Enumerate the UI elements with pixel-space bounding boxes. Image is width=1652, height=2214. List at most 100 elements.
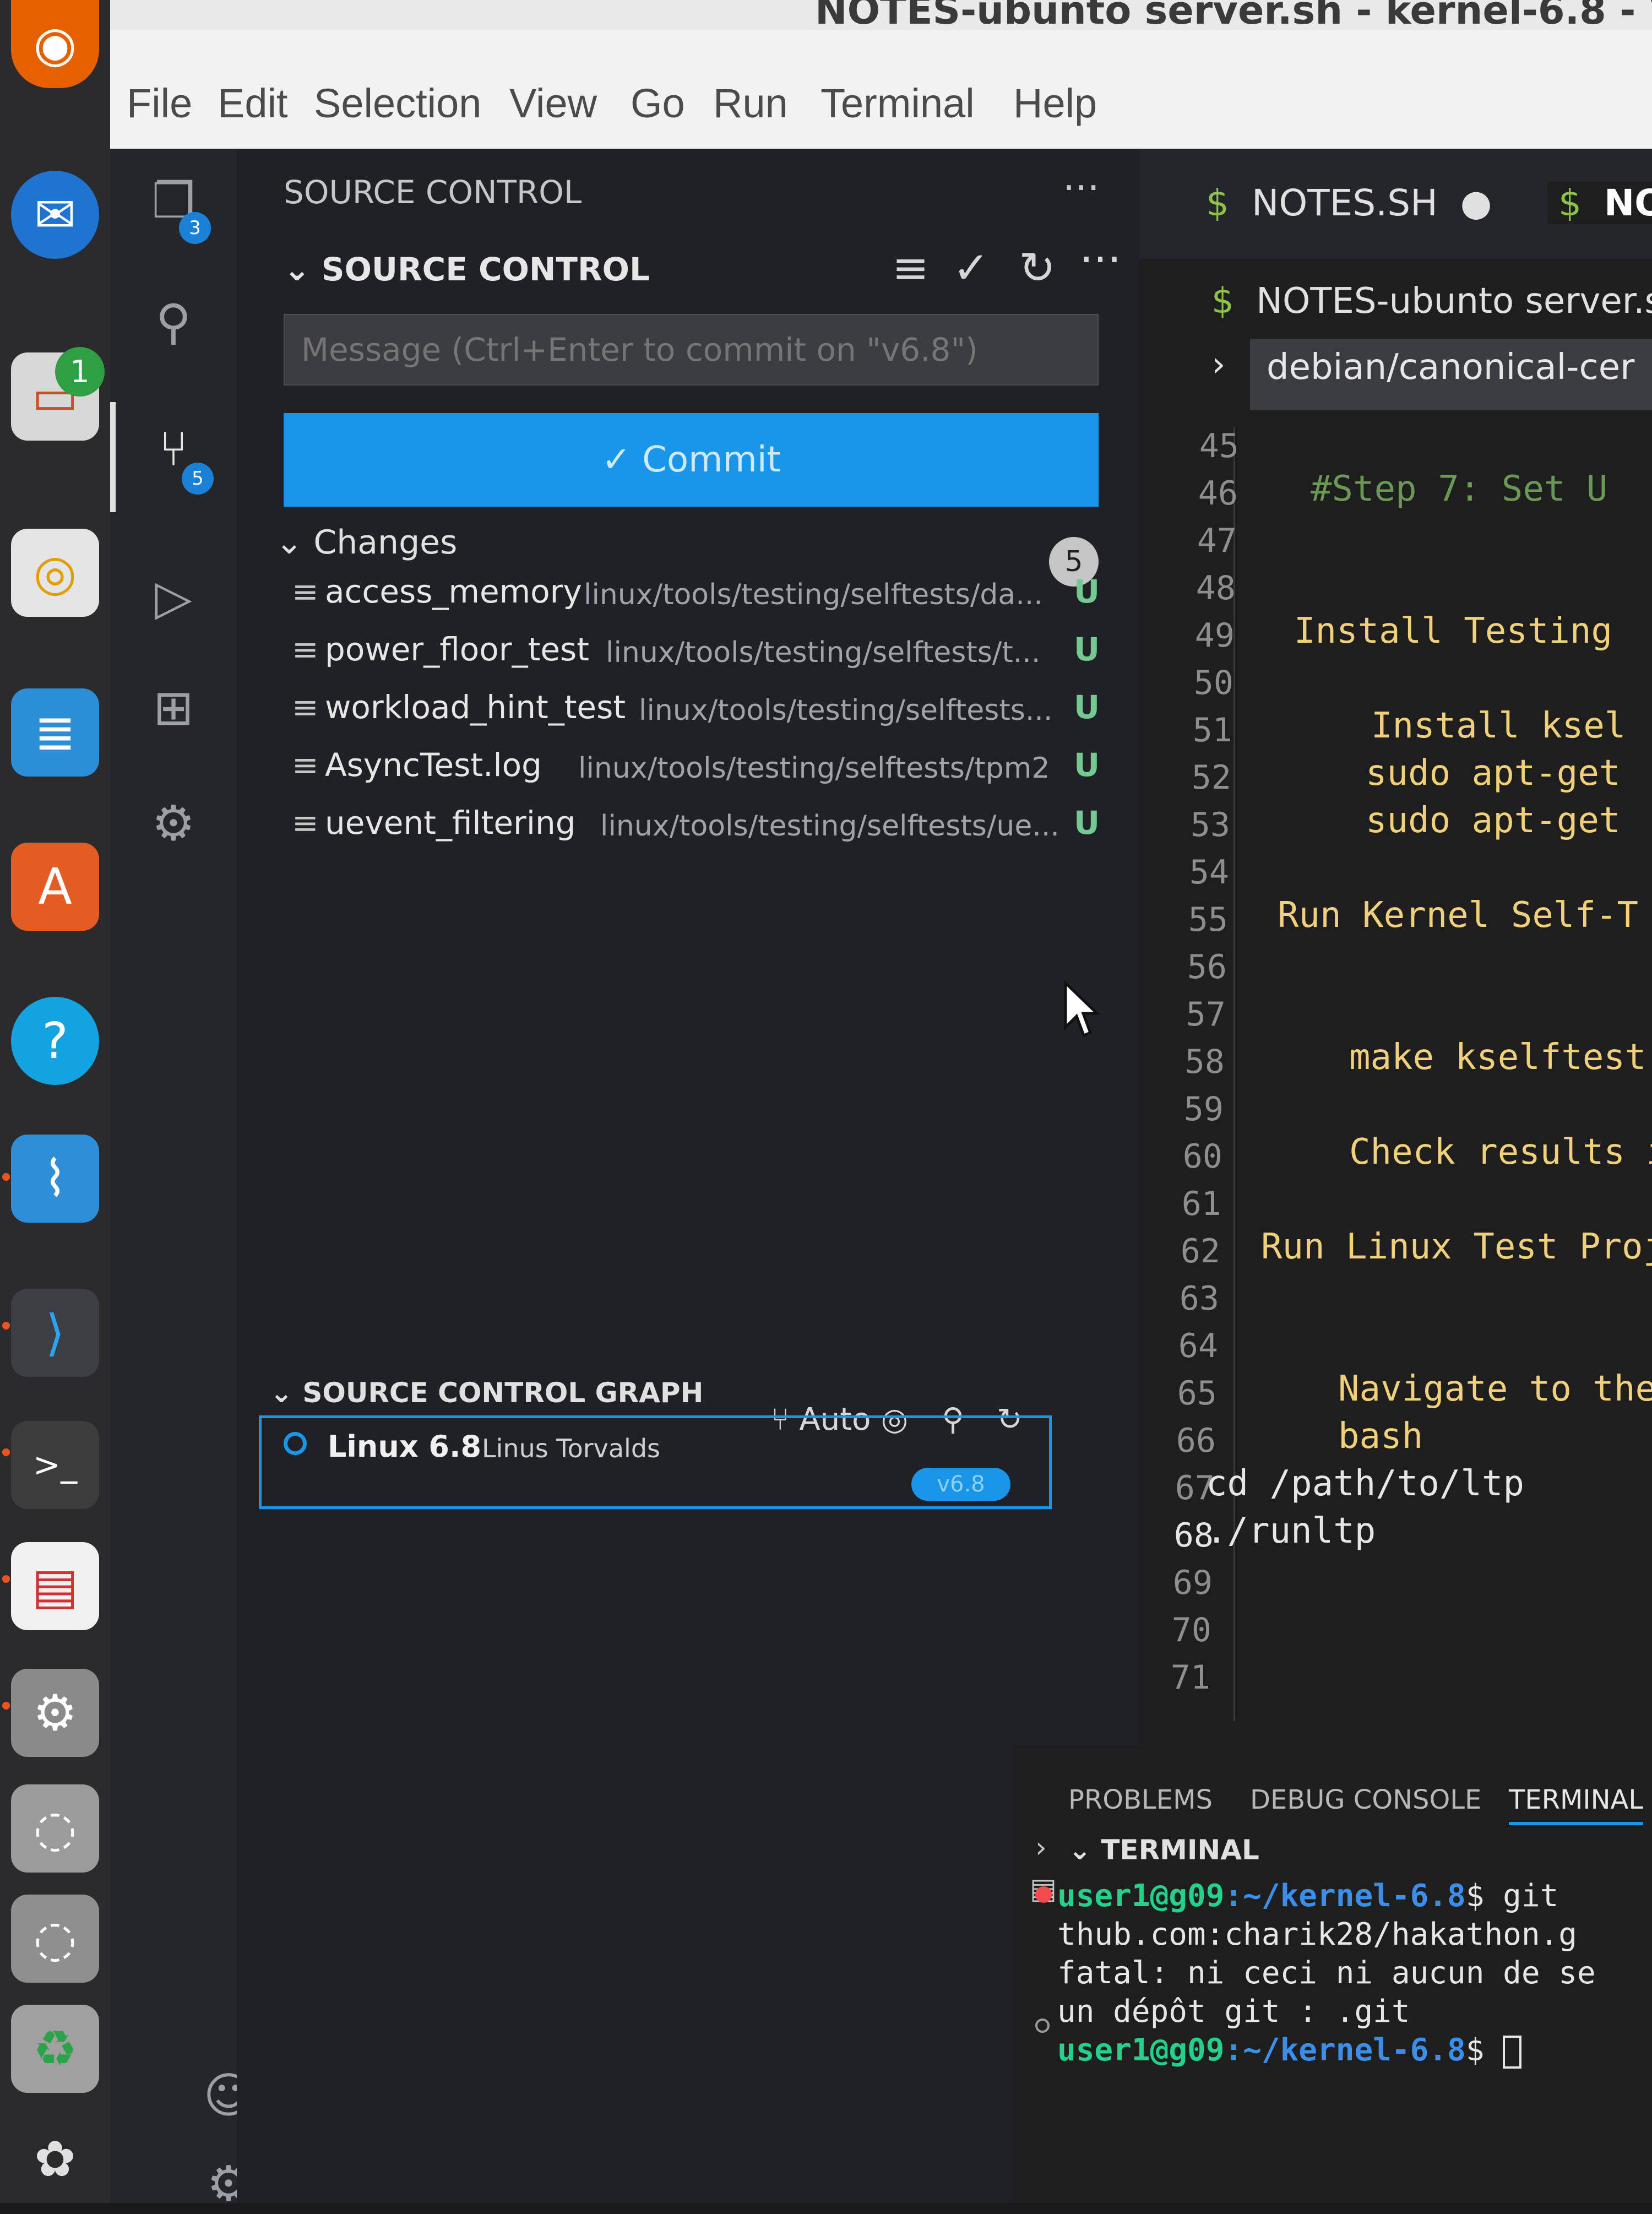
extensions-icon[interactable]: ⊞ [143,677,204,738]
commit-button[interactable]: ✓ Commit [284,413,1099,507]
code-line[interactable]: cd /path/to/ltp [1206,1463,1524,1504]
code-line[interactable]: ./runltp [1206,1511,1376,1551]
thunderbird-icon[interactable]: ✉ [11,171,99,259]
document-viewer-icon[interactable]: ▤ [11,1542,99,1630]
writer-icon[interactable]: ≣ [11,688,99,777]
line-number[interactable]: 51 [1155,711,1232,750]
code-line[interactable]: bash [1338,1416,1423,1457]
breadcrumb-symbol[interactable]: debian/canonical-cer [1250,339,1652,410]
line-number[interactable]: 47 [1160,522,1237,560]
firefox-icon[interactable]: ◉ [11,0,99,88]
apps-grid-icon[interactable]: ✿ [11,2115,99,2203]
line-number[interactable]: 56 [1150,948,1227,986]
terminal-app-icon[interactable]: >_ [11,1421,99,1509]
line-number[interactable]: 70 [1134,1611,1211,1649]
code-line[interactable]: Run Kernel Self-T [1278,895,1638,936]
change-item[interactable]: ≡ workload_hint_test linux/tools/testing… [292,688,1107,738]
change-status: U [1074,573,1100,610]
command-error-icon[interactable] [1035,1886,1052,1903]
commit-check-icon[interactable]: ✓ [953,242,990,294]
line-number[interactable]: 67 [1138,1469,1215,1507]
terminal-section-header[interactable]: ⌄ TERMINAL [1068,1834,1259,1866]
change-file-path: linux/tools/testing/selftests/ue... [600,810,1059,843]
tab-problems[interactable]: PROBLEMS [1068,1784,1213,1815]
line-number[interactable]: 64 [1141,1327,1218,1365]
line-number[interactable]: 71 [1133,1658,1210,1697]
help-icon[interactable]: ? [11,997,99,1085]
settings-icon[interactable]: ⚙ [11,1669,99,1757]
change-item[interactable]: ≡ AsyncTest.log linux/tools/testing/self… [292,746,1107,796]
line-number[interactable]: 62 [1143,1232,1220,1271]
tab-debug-console[interactable]: DEBUG CONSOLE [1250,1784,1481,1815]
commit-message-input[interactable] [284,314,1099,386]
menu-edit[interactable]: Edit [218,80,288,127]
tab-notes-active[interactable]: $ NO [1547,182,1652,224]
line-number[interactable]: 68 [1137,1516,1214,1555]
line-number[interactable]: 61 [1144,1185,1221,1223]
chevron-right-icon[interactable]: › [1035,1831,1047,1864]
code-line[interactable]: sudo apt-get [1366,800,1620,841]
breadcrumb[interactable]: $ NOTES-ubunto server.sh [1211,281,1652,322]
line-number[interactable]: 54 [1152,853,1229,892]
change-item[interactable]: ≡ uevent_filtering linux/tools/testing/s… [292,804,1107,854]
view-as-list-icon[interactable]: ≡ [892,242,929,294]
disk-icon-2[interactable]: ◌ [11,1895,99,1983]
change-item[interactable]: ≡ power_floor_test linux/tools/testing/s… [292,631,1107,680]
menu-file[interactable]: File [127,80,192,127]
line-number[interactable]: 60 [1145,1137,1222,1176]
tab-notes-sh[interactable]: $ NOTES.SH ● [1206,182,1492,224]
line-number[interactable]: 65 [1140,1374,1217,1413]
change-item[interactable]: ≡ access_memory linux/tools/testing/self… [292,573,1107,622]
monitor-icon[interactable]: ⌇ [11,1135,99,1223]
menu-run[interactable]: Run [713,80,788,127]
file-lines-icon: ≡ [292,631,319,668]
line-number[interactable]: 53 [1153,806,1230,844]
scm-more-icon[interactable]: ··· [1079,234,1121,285]
menu-go[interactable]: Go [631,80,685,127]
line-number[interactable]: 69 [1135,1564,1213,1602]
code-line[interactable]: Run Linux Test Proje [1261,1227,1652,1267]
line-number[interactable]: 66 [1139,1421,1216,1460]
app-center-icon[interactable]: A [11,843,99,931]
menu-view[interactable]: View [509,80,597,127]
modified-dot-icon[interactable]: ● [1460,182,1492,224]
line-number[interactable]: 49 [1158,616,1235,655]
views-more-icon[interactable]: ··· [1063,165,1100,210]
line-number[interactable]: 57 [1149,995,1226,1034]
line-number[interactable]: 63 [1142,1279,1219,1318]
code-line[interactable]: #Step 7: Set U [1311,469,1607,509]
disk-icon[interactable]: ◌ [11,1784,99,1873]
line-number[interactable]: 45 [1162,427,1239,465]
search-icon[interactable]: ⚲ [143,292,204,352]
terminal-prompt[interactable]: user1@g09:~/kernel-6.8$ [1057,2032,1522,2069]
graph-commit-row[interactable]: Linux 6.8 Linus Torvalds v6.8 [259,1415,1052,1509]
line-number[interactable]: 58 [1148,1043,1225,1081]
code-line[interactable]: Navigate to the [1338,1369,1652,1409]
run-debug-icon[interactable]: ▷ [143,567,204,628]
line-number[interactable]: 50 [1156,664,1233,702]
code-line[interactable]: make kselftest [1349,1037,1646,1078]
line-number[interactable]: 46 [1161,474,1238,513]
tab-terminal[interactable]: TERMINAL [1509,1784,1644,1825]
refresh-icon[interactable]: ↻ [1019,242,1056,294]
vscode-icon[interactable]: ⟩ [11,1289,99,1377]
code-line[interactable]: Check results i [1349,1132,1652,1173]
changes-header[interactable]: ⌄ Changes [275,523,457,562]
code-line[interactable]: Install ksel [1371,706,1626,746]
remote-explorer-icon[interactable]: ⚙ [143,793,204,854]
rhythmbox-icon[interactable]: ◎ [11,529,99,617]
line-number[interactable]: 55 [1151,900,1228,939]
code-line[interactable]: sudo apt-get [1366,753,1620,794]
menu-help[interactable]: Help [1013,80,1097,127]
menu-terminal[interactable]: Terminal [820,80,975,127]
chevron-right-icon[interactable]: › [1211,344,1226,385]
command-idle-icon[interactable] [1035,2018,1050,2033]
code-line[interactable]: Install Testing [1294,611,1612,652]
line-number[interactable]: 48 [1159,569,1236,607]
trash-icon[interactable]: ♻ [11,2005,99,2093]
scm-section-title[interactable]: ⌄ SOURCE CONTROL [284,251,650,288]
menu-selection[interactable]: Selection [314,80,481,127]
scm-graph-header[interactable]: ⌄ SOURCE CONTROL GRAPH [270,1377,703,1409]
line-number[interactable]: 59 [1146,1090,1224,1128]
line-number[interactable]: 52 [1154,758,1231,797]
